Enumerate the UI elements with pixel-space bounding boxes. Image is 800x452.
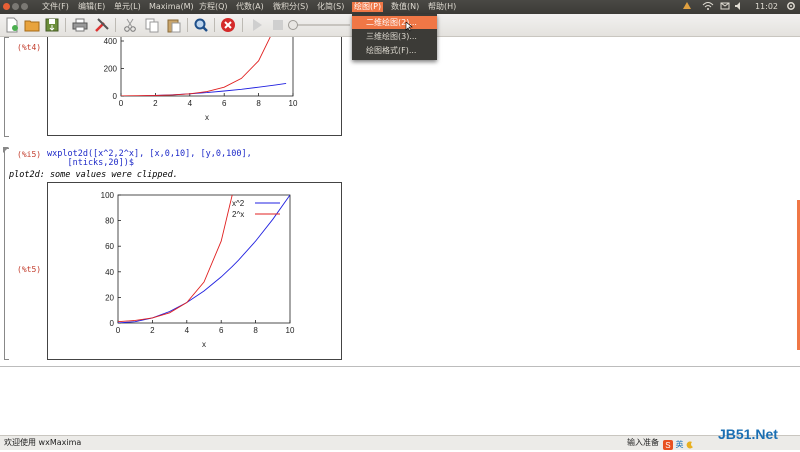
x-tick-label: 4 — [188, 99, 193, 108]
plot-t5-svg: 0 2 4 6 8 10020406080100xx^22^x — [101, 191, 295, 349]
sogou-icon: S — [663, 439, 673, 450]
menu-calculus[interactable]: 微积分(S) — [273, 2, 308, 12]
x-tick-label: 6 — [222, 99, 227, 108]
menu-help[interactable]: 帮助(H) — [428, 2, 456, 12]
y-tick-label: 400 — [104, 37, 118, 46]
plot-t4: 02468100200400600x — [47, 37, 342, 136]
x-tick-label: 4 — [185, 326, 190, 335]
interrupt-icon[interactable] — [220, 17, 236, 33]
print-icon[interactable] — [72, 17, 88, 33]
clock[interactable]: 11:02 — [755, 1, 778, 13]
series-line-1 — [121, 82, 287, 96]
status-message: 欢迎使用 wxMaxima — [4, 438, 82, 447]
y-tick-label: 20 — [105, 293, 114, 302]
ubuntu-icon[interactable] — [682, 1, 692, 15]
menu-item-plot2d[interactable]: 二维绘图(2)... — [352, 16, 437, 29]
x-tick-label: 2 — [153, 99, 158, 108]
plot-t5: 0 2 4 6 8 10 0 20 40 60 80 100 x x^2 2^x — [47, 182, 342, 360]
y-tick-label: 200 — [104, 65, 118, 74]
status-ready: 输入准备 — [627, 438, 659, 447]
toolbar-separator — [187, 18, 188, 32]
menu-algebra[interactable]: 代数(A) — [236, 2, 264, 12]
legend-label: 2^x — [232, 210, 244, 219]
svg-text:S: S — [665, 441, 670, 450]
plot-area-border — [120, 37, 294, 97]
minimize-window-button[interactable] — [12, 3, 19, 10]
cell-toggle-icon[interactable] — [3, 147, 9, 153]
input-label-i5: (%i5) — [17, 150, 42, 159]
plot-menu-dropdown: 二维绘图(2)... 三维绘图(3)... 绘图格式(F)... — [352, 14, 437, 60]
mail-icon[interactable] — [720, 1, 730, 15]
maximize-window-button[interactable] — [21, 3, 28, 10]
stop-icon[interactable] — [270, 17, 286, 33]
close-window-button[interactable] — [3, 3, 10, 10]
ime-lang: 英 — [675, 440, 684, 449]
menu-equations[interactable]: 方程(Q) — [199, 2, 228, 12]
worksheet-bottom-divider — [0, 366, 800, 367]
x-tick-label: 8 — [253, 326, 258, 335]
series-line-2 — [118, 195, 233, 323]
toolbar-separator — [214, 18, 215, 32]
warning-text: plot2d: some values were clipped. — [9, 170, 178, 180]
menu-simplify[interactable]: 化简(S) — [317, 2, 344, 12]
cell-bracket[interactable] — [4, 37, 9, 137]
toolbar-separator — [242, 18, 243, 32]
gear-icon[interactable] — [786, 1, 796, 15]
worksheet[interactable]: (%t4) 02468100200400600x (%i5) wxplot2d(… — [0, 37, 800, 366]
moon-icon — [686, 440, 694, 448]
y-tick-label: 60 — [105, 242, 114, 251]
top-panel: 文件(F) 编辑(E) 单元(L) Maxima(M) 方程(Q) 代数(A) … — [0, 0, 800, 14]
ime-indicator[interactable]: S 英 — [663, 438, 694, 452]
new-icon[interactable] — [4, 17, 20, 33]
open-icon[interactable] — [24, 17, 40, 33]
menu-maxima[interactable]: Maxima(M) — [149, 2, 194, 12]
y-tick-label: 0 — [113, 92, 118, 101]
x-tick-label: 0 — [116, 326, 121, 335]
cell-bracket[interactable] — [4, 148, 9, 360]
watermark: JB51.Net — [718, 426, 778, 442]
menu-cell[interactable]: 单元(L) — [114, 2, 141, 12]
input-code-line2[interactable]: [nticks,20])$ — [47, 158, 134, 168]
x-tick-label: 10 — [286, 326, 295, 335]
menu-item-plot-format[interactable]: 绘图格式(F)... — [352, 44, 437, 57]
wifi-icon[interactable] — [702, 1, 714, 15]
find-icon[interactable] — [193, 17, 209, 33]
volume-icon[interactable] — [734, 1, 744, 15]
copy-icon[interactable] — [144, 17, 160, 33]
save-icon[interactable] — [44, 17, 60, 33]
paste-icon[interactable] — [166, 17, 182, 33]
cut-icon[interactable] — [122, 17, 138, 33]
x-tick-label: 0 — [119, 99, 124, 108]
window-buttons — [3, 3, 30, 12]
x-axis-label: x — [205, 113, 209, 122]
slider-knob[interactable] — [288, 20, 298, 30]
x-tick-label: 6 — [219, 326, 224, 335]
output-label-t5: (%t5) — [17, 265, 42, 274]
output-label-t4: (%t4) — [17, 43, 42, 52]
toolbar-separator — [65, 18, 66, 32]
preferences-icon[interactable] — [94, 17, 110, 33]
y-tick-label: 80 — [105, 217, 114, 226]
play-icon[interactable] — [249, 17, 265, 33]
x-axis-label: x — [202, 340, 206, 349]
y-tick-label: 100 — [101, 191, 115, 200]
x-tick-label: 10 — [289, 99, 298, 108]
legend-label: x^2 — [232, 199, 245, 208]
mouse-cursor-icon — [405, 22, 413, 32]
statusbar: 欢迎使用 wxMaxima 输入准备 S 英 — [0, 435, 800, 450]
menu-edit[interactable]: 编辑(E) — [78, 2, 105, 12]
menu-plot[interactable]: 绘图(P) — [352, 2, 384, 12]
y-tick-label: 40 — [105, 268, 114, 277]
x-tick-label: 2 — [150, 326, 155, 335]
menu-item-plot3d[interactable]: 三维绘图(3)... — [352, 30, 437, 43]
menu-file[interactable]: 文件(F) — [42, 2, 69, 12]
y-tick-label: 0 — [110, 319, 115, 328]
x-tick-label: 8 — [256, 99, 261, 108]
plot-t4-svg: 02468100200400600x — [104, 37, 298, 122]
animation-slider[interactable] — [288, 20, 350, 30]
menu-numeric[interactable]: 数值(N) — [391, 2, 419, 12]
toolbar-separator — [115, 18, 116, 32]
